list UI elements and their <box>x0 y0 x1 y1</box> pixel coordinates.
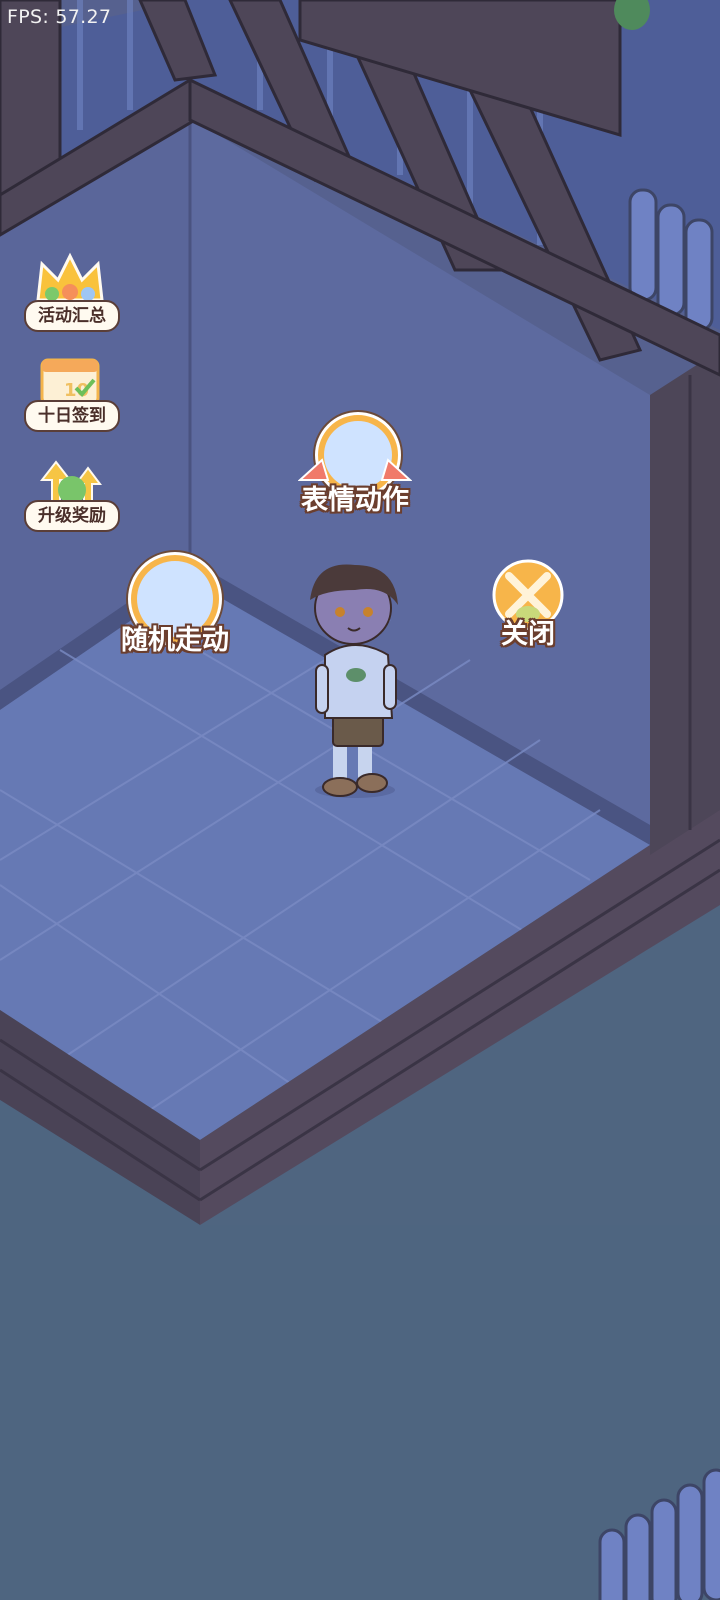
wall-post-right <box>650 350 720 855</box>
close-menu-label: 关闭 <box>501 619 555 650</box>
emote-action-button[interactable]: 表情动作 <box>290 410 420 520</box>
side-menu-label: 十日签到 <box>24 400 120 432</box>
wander-action-label: 随机走动 <box>121 625 229 656</box>
room-scene <box>0 0 720 1600</box>
side-menu-label: 活动汇总 <box>24 300 120 332</box>
events-summary-button[interactable]: 活动汇总 <box>22 250 120 334</box>
wander-action-button[interactable]: 随机走动 <box>110 550 240 660</box>
emote-action-label: 表情动作 <box>301 485 409 516</box>
side-menu-label: 升级奖励 <box>24 500 120 532</box>
ten-day-checkin-button[interactable]: 10 十日签到 <box>22 350 120 434</box>
upgrade-reward-button[interactable]: 升级奖励 <box>22 450 120 534</box>
close-menu-button[interactable]: 关闭 <box>486 558 570 650</box>
fps-counter: FPS: 57.27 <box>7 6 112 28</box>
